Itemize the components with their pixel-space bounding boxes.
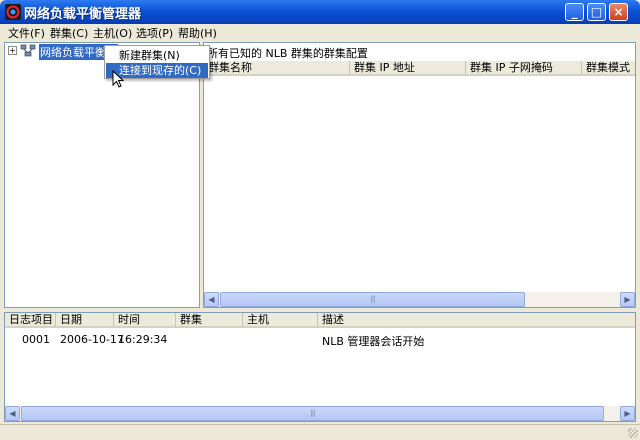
- log-scroll-right-button[interactable]: ▶: [620, 406, 635, 421]
- log-entry-id: 0001: [22, 333, 50, 346]
- mouse-cursor-icon: [112, 70, 124, 88]
- log-header: 日志项目 日期 时间 群集 主机 描述: [5, 313, 635, 328]
- nlb-app-icon: [5, 4, 21, 20]
- log-list[interactable]: 日志项目 日期 时间 群集 主机 描述 0001 2006-10-17 16:2…: [4, 312, 636, 422]
- log-scroll-thumb[interactable]: |||: [21, 406, 604, 421]
- log-scroll-left-button[interactable]: ◀: [5, 406, 20, 421]
- close-icon: ×: [613, 5, 624, 19]
- window-title: 网络负载平衡管理器: [24, 7, 142, 22]
- col-header-subnet-mask[interactable]: 群集 IP 子网掩码: [466, 61, 582, 76]
- menu-file[interactable]: 文件(F): [8, 25, 45, 41]
- col-header-host[interactable]: 主机: [243, 313, 318, 328]
- cluster-list-header: 群集名称 群集 IP 地址 群集 IP 子网掩码 群集模式: [204, 61, 635, 76]
- menu-cluster[interactable]: 群集(C): [50, 25, 88, 41]
- col-header-description[interactable]: 描述: [318, 313, 635, 328]
- scroll-left-button[interactable]: ◀: [204, 292, 219, 307]
- log-date: 2006-10-17: [60, 333, 124, 346]
- resize-grip-icon[interactable]: [628, 428, 638, 438]
- col-header-date[interactable]: 日期: [56, 313, 114, 328]
- log-description: NLB 管理器会话开始: [322, 335, 425, 348]
- menu-help[interactable]: 帮助(H): [178, 25, 217, 41]
- cluster-tree-icon: [20, 44, 36, 57]
- col-header-cluster-ip[interactable]: 群集 IP 地址: [350, 61, 466, 76]
- col-header-cluster[interactable]: 群集: [176, 313, 243, 328]
- title-bar[interactable]: 网络负载平衡管理器 _ □ ×: [0, 0, 640, 24]
- col-header-time[interactable]: 时间: [114, 313, 176, 328]
- minimize-button[interactable]: _: [565, 3, 584, 21]
- cluster-list-caption: 所有已知的 NLB 群集的群集配置: [207, 47, 368, 60]
- log-time: 16:29:34: [118, 333, 168, 346]
- scroll-right-button[interactable]: ▶: [620, 292, 635, 307]
- log-hscrollbar[interactable]: ◀ ||| ▶: [5, 406, 635, 421]
- close-button[interactable]: ×: [609, 3, 628, 21]
- cluster-tree[interactable]: + 网络负载平衡群: [4, 42, 200, 308]
- maximize-icon: □: [590, 5, 603, 19]
- col-header-cluster-name[interactable]: 群集名称: [204, 61, 350, 76]
- ctx-new-cluster[interactable]: 新建群集(N): [106, 48, 208, 63]
- minimize-icon: _: [571, 5, 578, 19]
- menu-bar: 文件(F) 群集(C) 主机(O) 选项(P) 帮助(H): [0, 24, 640, 40]
- cluster-list-hscrollbar[interactable]: ◀ ||| ▶: [204, 292, 635, 307]
- cluster-list-pane[interactable]: 所有已知的 NLB 群集的群集配置 群集名称 群集 IP 地址 群集 IP 子网…: [203, 42, 636, 308]
- maximize-button[interactable]: □: [587, 3, 606, 21]
- menu-host[interactable]: 主机(O): [93, 25, 132, 41]
- col-header-log-entry[interactable]: 日志项目: [5, 313, 56, 328]
- scroll-thumb[interactable]: |||: [220, 292, 525, 307]
- status-bar: [0, 424, 640, 440]
- col-header-cluster-mode[interactable]: 群集模式: [582, 61, 635, 76]
- expand-toggle[interactable]: +: [8, 46, 17, 55]
- menu-options[interactable]: 选项(P): [136, 25, 173, 41]
